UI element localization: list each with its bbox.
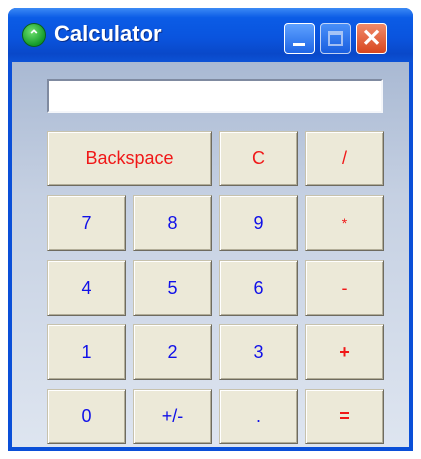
divide-button[interactable]: / [305, 131, 384, 186]
maximize-icon [328, 31, 343, 46]
display-field[interactable] [47, 79, 383, 113]
digit-9-button[interactable]: 9 [219, 195, 298, 251]
calculator-app-icon[interactable]: ⌃ [22, 23, 46, 47]
equals-button[interactable]: = [305, 389, 384, 444]
sign-toggle-button[interactable]: +/- [133, 389, 212, 444]
digit-2-button[interactable]: 2 [133, 324, 212, 380]
add-button[interactable]: + [305, 324, 384, 380]
digit-8-button[interactable]: 8 [133, 195, 212, 251]
window-title: Calculator [54, 21, 162, 46]
close-button[interactable]: ✕ [356, 23, 387, 54]
subtract-button[interactable]: - [305, 260, 384, 316]
decimal-button[interactable]: . [219, 389, 298, 444]
clear-button[interactable]: C [219, 131, 298, 186]
minimize-button[interactable] [284, 23, 315, 54]
digit-4-button[interactable]: 4 [47, 260, 126, 316]
maximize-button[interactable] [320, 23, 351, 54]
close-icon: ✕ [361, 25, 382, 52]
digit-0-button[interactable]: 0 [47, 389, 126, 444]
multiply-button[interactable]: * [305, 195, 384, 251]
digit-7-button[interactable]: 7 [47, 195, 126, 251]
digit-6-button[interactable]: 6 [219, 260, 298, 316]
digit-1-button[interactable]: 1 [47, 324, 126, 380]
title-bar[interactable]: ⌃ Calculator ✕ [8, 8, 413, 62]
backspace-button[interactable]: Backspace [47, 131, 212, 186]
digit-3-button[interactable]: 3 [219, 324, 298, 380]
calculator-window: ⌃ Calculator ✕ Backspace C / 7 8 9 * 4 5… [8, 8, 413, 451]
calculator-body: Backspace C / 7 8 9 * 4 5 6 - 1 2 3 + 0 … [12, 62, 409, 447]
minimize-icon [293, 43, 305, 46]
digit-5-button[interactable]: 5 [133, 260, 212, 316]
